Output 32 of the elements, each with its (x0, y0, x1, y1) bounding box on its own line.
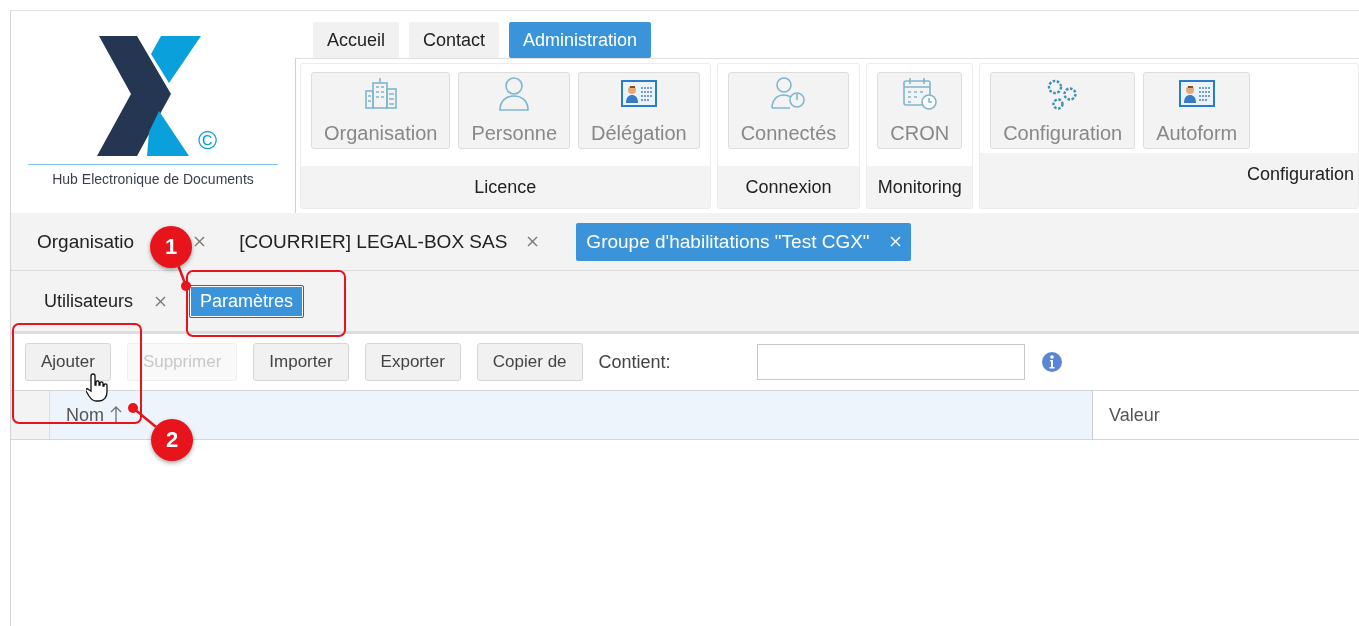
close-icon[interactable] (194, 236, 206, 247)
toolbar-button[interactable]: Ajouter (25, 343, 111, 381)
info-icon[interactable] (1040, 351, 1063, 373)
group-label: Licence (301, 166, 710, 208)
sort-arrow-icon[interactable] (110, 405, 122, 425)
leader-line (128, 403, 158, 429)
filter-label: Contient: (598, 351, 671, 373)
close-icon[interactable] (155, 295, 167, 307)
copyright-mark: © (197, 127, 218, 153)
tab[interactable]: Utilisateurs (33, 284, 178, 318)
id-card-icon (620, 77, 657, 109)
step-number: 2 (151, 419, 193, 461)
column-header[interactable]: Valeur (1093, 391, 1359, 439)
building-icon (363, 77, 398, 109)
nav-tab[interactable]: Contact (409, 22, 500, 58)
tab[interactable]: Organisatio (33, 222, 139, 261)
group-label: Monitoring (867, 166, 973, 208)
user-power-icon (770, 77, 807, 109)
hand-cursor-icon (86, 372, 110, 402)
toolbar-button[interactable]: Copier de (476, 343, 583, 381)
calendar-clock-icon (901, 77, 938, 111)
group-label: Connexion (717, 166, 860, 208)
id-card-icon (1178, 77, 1215, 109)
person-icon (498, 77, 531, 111)
logo-caption: Hub Electronique de Documents (28, 164, 278, 187)
nav-tab[interactable]: Accueil (313, 22, 400, 58)
tab[interactable]: [COURRIER] LEGAL-BOX SAS (235, 222, 512, 261)
group-label: Configuration (980, 153, 1358, 208)
filter-field[interactable] (756, 344, 1025, 380)
toolbar-button[interactable]: Importer (253, 343, 349, 381)
toolbar-button[interactable]: Exporter (364, 343, 461, 381)
close-icon[interactable] (527, 236, 539, 247)
